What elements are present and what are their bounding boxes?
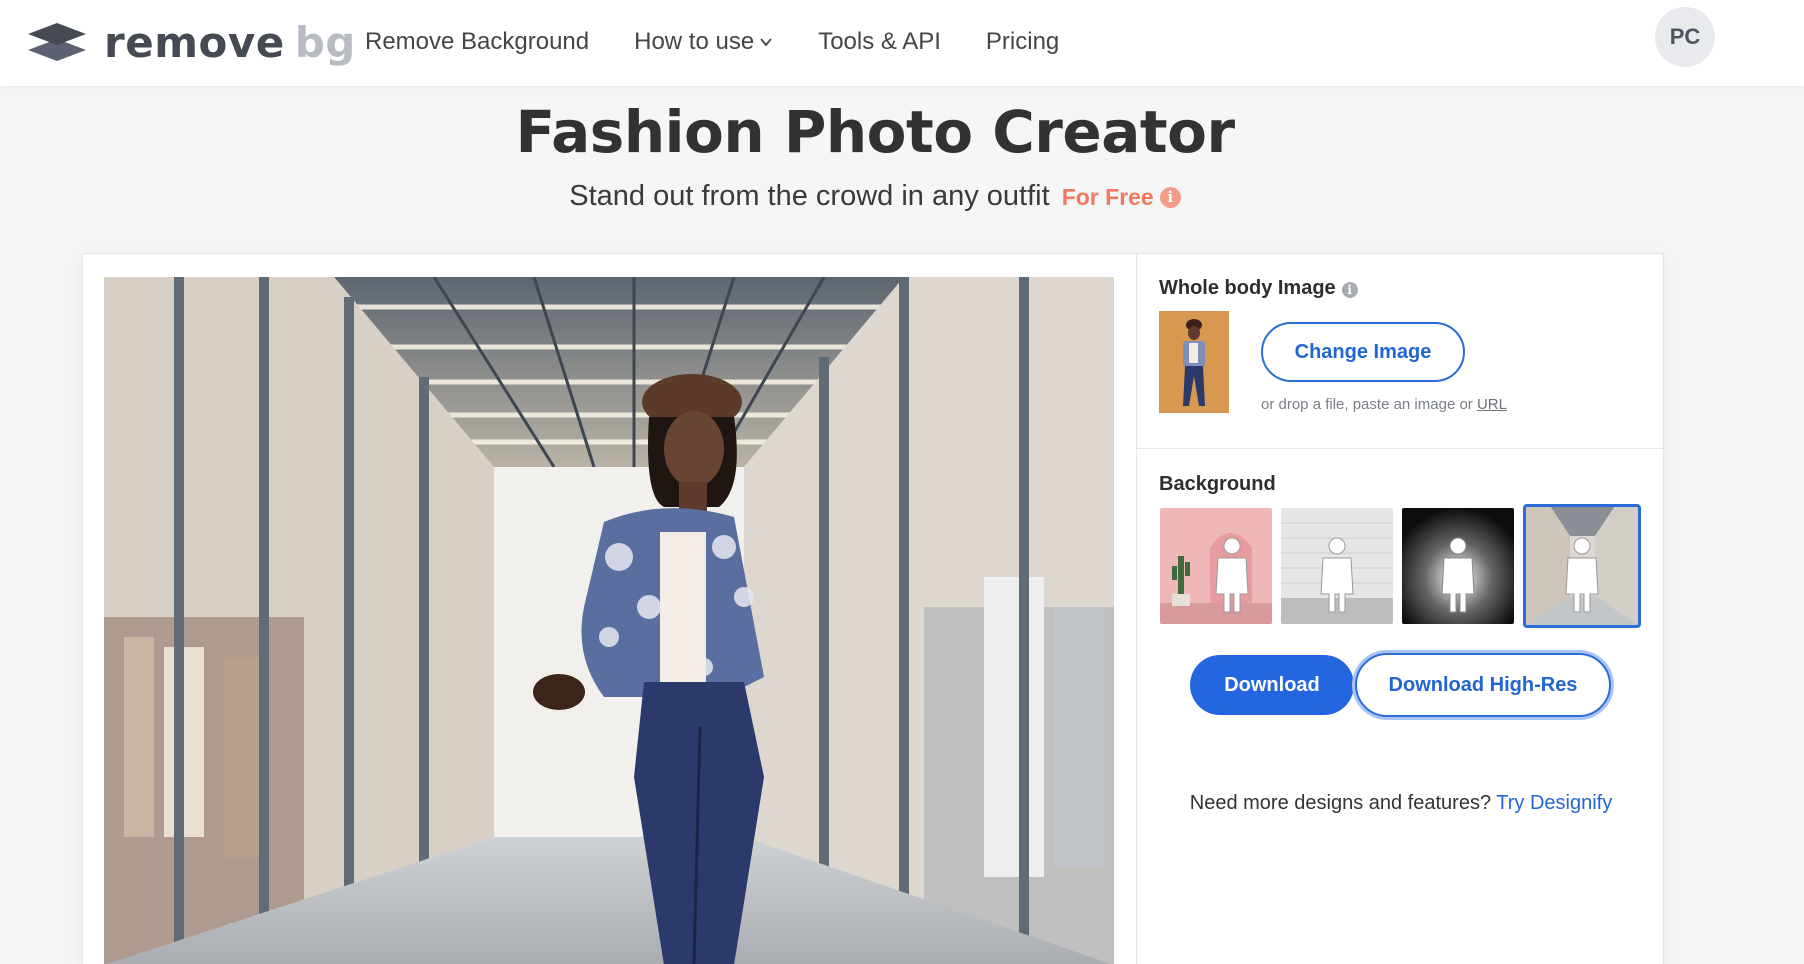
nav-remove-background[interactable]: Remove Background [365, 22, 589, 62]
info-icon[interactable]: i [1341, 282, 1358, 298]
panel-divider [1136, 254, 1137, 964]
download-button[interactable]: Download [1190, 655, 1354, 715]
section-divider [1137, 448, 1665, 449]
download-high-res-button[interactable]: Download High-Res [1355, 653, 1611, 717]
background-label: Background [1159, 473, 1276, 495]
main-nav: Remove Background How to use Tools & API… [365, 22, 1059, 62]
nav-tools-api[interactable]: Tools & API [818, 22, 941, 62]
change-image-button[interactable]: Change Image [1261, 322, 1465, 382]
try-designify-link[interactable]: Try Designify [1496, 792, 1612, 814]
logo-wordmark: remove bg [104, 17, 356, 67]
for-free-badge: For Free [1061, 184, 1154, 210]
layers-logo-icon [28, 23, 86, 61]
nav-pricing[interactable]: Pricing [986, 22, 1059, 62]
top-navigation-bar: remove bg Remove Background How to use To… [0, 0, 1804, 86]
chevron-down-icon [760, 38, 772, 47]
uploaded-image-thumbnail [1159, 311, 1229, 413]
drop-hint: or drop a file, paste an image or URL [1261, 396, 1507, 413]
subtitle-text: Stand out from the crowd in any outfit [569, 180, 1050, 212]
background-option-dark-studio[interactable] [1402, 508, 1514, 624]
more-designs-prompt: Need more designs and features? Try Desi… [1189, 792, 1613, 814]
whole-body-label: Whole body Image i [1159, 277, 1358, 300]
removebg-logo[interactable]: remove bg [26, 12, 356, 72]
result-photo-preview [104, 277, 1114, 964]
fashion-photo-image [104, 277, 1114, 964]
background-option-white-brick[interactable] [1281, 508, 1393, 624]
page-subtitle: Stand out from the crowd in any outfit F… [0, 180, 1750, 213]
nav-how-to-use[interactable]: How to use [634, 22, 773, 62]
user-avatar[interactable]: PC [1655, 7, 1715, 67]
editor-card: Whole body Image i Change Image or drop a… [82, 253, 1665, 964]
url-link[interactable]: URL [1477, 396, 1507, 413]
background-option-pink-arch[interactable] [1160, 508, 1272, 624]
page-title: Fashion Photo Creator [515, 98, 1235, 166]
info-icon[interactable]: i [1159, 187, 1181, 208]
background-option-shopping-arcade[interactable] [1523, 504, 1641, 628]
